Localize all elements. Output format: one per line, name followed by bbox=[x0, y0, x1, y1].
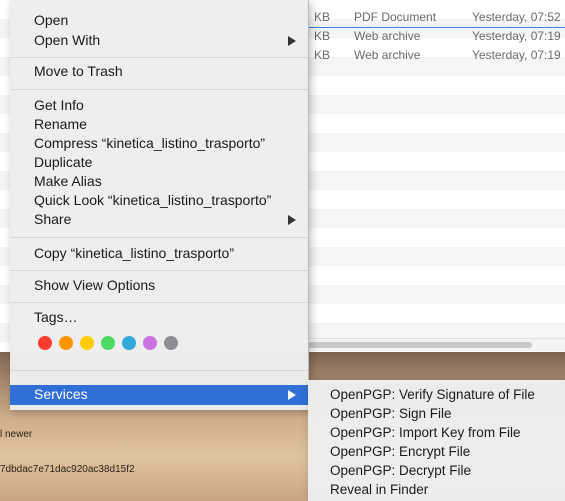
menu-item-open[interactable]: Open bbox=[10, 11, 308, 30]
menu-item-make-alias[interactable]: Make Alias bbox=[10, 172, 308, 191]
submenu-item-import-key[interactable]: OpenPGP: Import Key from File bbox=[308, 423, 565, 442]
file-size: KB bbox=[314, 10, 331, 24]
submenu-item-reveal-in-finder[interactable]: Reveal in Finder bbox=[308, 480, 565, 499]
file-row[interactable]: KB PDF Document Yesterday, 07:52 bbox=[308, 8, 565, 28]
context-menu: Open Open With Move to Trash Get Info Re… bbox=[10, 0, 309, 410]
submenu-arrow-icon bbox=[288, 215, 296, 225]
tag-color-dot-icon[interactable] bbox=[101, 336, 115, 350]
submenu-item-encrypt-file[interactable]: OpenPGP: Encrypt File bbox=[308, 442, 565, 461]
menu-item-duplicate[interactable]: Duplicate bbox=[10, 153, 308, 172]
submenu-item-decrypt-file[interactable]: OpenPGP: Decrypt File bbox=[308, 461, 565, 480]
tag-color-dot-icon[interactable] bbox=[122, 336, 136, 350]
menu-item-tags[interactable]: Tags… bbox=[10, 308, 308, 327]
menu-item-show-view-options[interactable]: Show View Options bbox=[10, 276, 308, 295]
tag-color-dot-icon[interactable] bbox=[143, 336, 157, 350]
horizontal-scrollbar[interactable] bbox=[308, 338, 565, 351]
desktop-file-label[interactable]: l newer bbox=[0, 429, 32, 440]
menu-separator bbox=[10, 270, 308, 271]
tag-color-dot-icon[interactable] bbox=[164, 336, 178, 350]
menu-separator bbox=[10, 370, 308, 371]
services-submenu: OpenPGP: Verify Signature of File OpenPG… bbox=[308, 380, 565, 501]
file-size: KB bbox=[314, 48, 331, 62]
menu-separator bbox=[10, 57, 308, 58]
tag-color-dot-icon[interactable] bbox=[59, 336, 73, 350]
menu-item-services[interactable]: Services bbox=[10, 385, 308, 405]
submenu-item-verify-signature[interactable]: OpenPGP: Verify Signature of File bbox=[308, 385, 565, 404]
menu-item-rename[interactable]: Rename bbox=[10, 115, 308, 134]
menu-item-get-info[interactable]: Get Info bbox=[10, 96, 308, 115]
file-date: Yesterday, 07:19 bbox=[472, 48, 561, 62]
menu-separator bbox=[10, 237, 308, 238]
tag-color-dot-icon[interactable] bbox=[80, 336, 94, 350]
file-date: Yesterday, 07:52 bbox=[472, 10, 561, 24]
menu-item-move-to-trash[interactable]: Move to Trash bbox=[10, 62, 308, 81]
scrollbar-thumb[interactable] bbox=[308, 342, 532, 348]
tag-color-dot-icon[interactable] bbox=[38, 336, 52, 350]
file-kind: PDF Document bbox=[354, 10, 437, 24]
submenu-item-sign-file[interactable]: OpenPGP: Sign File bbox=[308, 404, 565, 423]
file-date: Yesterday, 07:19 bbox=[472, 29, 561, 43]
file-row[interactable]: KB Web archive Yesterday, 07:19 bbox=[308, 46, 565, 65]
file-size: KB bbox=[314, 29, 331, 43]
menu-item-share[interactable]: Share bbox=[10, 210, 308, 229]
file-row[interactable]: KB Web archive Yesterday, 07:19 bbox=[308, 27, 565, 46]
menu-item-copy[interactable]: Copy “kinetica_listino_trasporto” bbox=[10, 244, 308, 263]
submenu-arrow-icon bbox=[288, 390, 296, 400]
menu-item-compress[interactable]: Compress “kinetica_listino_trasporto” bbox=[10, 134, 308, 153]
menu-separator bbox=[10, 89, 308, 90]
file-kind: Web archive bbox=[354, 48, 421, 62]
file-kind: Web archive bbox=[354, 29, 421, 43]
desktop-file-label[interactable]: 7dbdac7e71dac920ac38d15f2 bbox=[0, 464, 135, 475]
submenu-arrow-icon bbox=[288, 36, 296, 46]
menu-item-quick-look[interactable]: Quick Look “kinetica_listino_trasporto” bbox=[10, 191, 308, 210]
menu-item-open-with[interactable]: Open With bbox=[10, 31, 308, 50]
menu-separator bbox=[10, 302, 308, 303]
